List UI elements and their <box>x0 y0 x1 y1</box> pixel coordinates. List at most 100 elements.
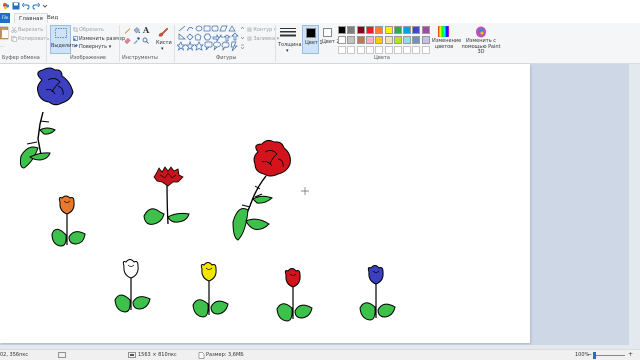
cut-icon[interactable] <box>11 27 17 33</box>
red-carnation-flower <box>143 166 190 225</box>
paint-app-icon <box>2 2 10 10</box>
file-size-icon <box>198 352 205 359</box>
crop-icon[interactable] <box>73 27 78 32</box>
magnifier-icon[interactable] <box>142 37 149 44</box>
palette-empty-swatch[interactable] <box>375 46 384 54</box>
blue-rose-flower <box>19 67 74 169</box>
separator <box>275 25 276 62</box>
size-label: Толщина <box>278 42 302 48</box>
tools-group-label: Инструменты <box>122 55 158 61</box>
undo-icon[interactable] <box>22 2 30 10</box>
tab-file[interactable]: File <box>0 13 10 23</box>
edit-colors-button[interactable]: Изменение цветов <box>432 25 462 54</box>
copy-icon[interactable] <box>11 36 17 42</box>
palette-swatch[interactable] <box>347 36 356 44</box>
palette-swatch[interactable] <box>384 26 393 34</box>
palette-empty-swatch[interactable] <box>421 46 430 54</box>
canvas-size-icon <box>128 352 136 358</box>
shapes-group-label: Фигуры <box>216 55 237 61</box>
edit-colors-label: Изменение цветов <box>432 38 462 50</box>
palette-swatch[interactable] <box>412 36 421 44</box>
tab-file-label: File <box>1 15 9 20</box>
palette-swatch[interactable] <box>356 26 365 34</box>
color1-swatch <box>306 28 316 38</box>
paste-icon[interactable] <box>0 26 9 40</box>
crop-button[interactable]: Обрезать <box>79 27 104 33</box>
text-icon[interactable]: A <box>142 26 150 34</box>
palette-swatch[interactable] <box>393 26 402 34</box>
pencil-icon[interactable] <box>124 27 131 34</box>
palette-swatch[interactable] <box>421 36 430 44</box>
palette-swatch[interactable] <box>365 36 374 44</box>
palette-swatch[interactable] <box>393 36 402 44</box>
svg-text:A: A <box>142 26 150 34</box>
palette-swatch[interactable] <box>375 36 384 44</box>
palette-swatch[interactable] <box>403 26 412 34</box>
palette-empty-swatch[interactable] <box>356 46 365 54</box>
fill-icon[interactable] <box>133 27 140 34</box>
palette-swatch[interactable] <box>356 36 365 44</box>
crosshair-cursor-icon <box>301 187 309 195</box>
blue-tulip-flower <box>359 265 396 321</box>
palette-empty-swatch[interactable] <box>384 46 393 54</box>
tab-view[interactable]: Вид <box>43 13 62 23</box>
cut-button[interactable]: Вырезать <box>18 27 43 33</box>
shapes-scroll-icon[interactable] <box>240 25 245 51</box>
select-button[interactable]: Выделить <box>50 25 78 54</box>
eraser-icon[interactable] <box>124 37 131 44</box>
size-button[interactable]: Толщина ▾ <box>278 25 302 54</box>
vertical-scrollbar[interactable] <box>629 64 640 349</box>
palette-swatch[interactable] <box>338 36 346 44</box>
outline-dropdown[interactable]: ▨ Контур ▾ <box>247 27 276 33</box>
rotate-icon[interactable] <box>73 44 78 49</box>
zoom-slider-track[interactable] <box>593 355 625 356</box>
palette-swatch[interactable] <box>338 26 346 34</box>
copy-button[interactable]: Копировать <box>18 36 49 42</box>
paint3d-button[interactable]: Изменить с помощью Paint 3D <box>460 25 502 55</box>
zoom-out-icon[interactable]: − <box>587 351 592 358</box>
red-tulip-flower <box>276 268 313 322</box>
zoom-slider-thumb[interactable] <box>593 352 596 359</box>
canvas-drawing <box>19 67 396 322</box>
palette-swatch[interactable] <box>384 36 393 44</box>
palette-empty-swatch[interactable] <box>347 46 356 54</box>
zoom-in-icon[interactable]: + <box>628 351 633 358</box>
paint3d-label: Изменить с помощью Paint 3D <box>461 38 501 55</box>
brushes-button[interactable]: Кисти ▾ <box>154 25 172 54</box>
customize-toolbar-icon[interactable] <box>41 2 49 10</box>
cursor-position: 02, 356пкс <box>0 352 29 358</box>
palette-swatch[interactable] <box>347 26 356 34</box>
ribbon-tab-strip: File Главная Вид <box>0 12 640 23</box>
yellow-tulip-flower <box>192 262 229 318</box>
title-bar <box>0 0 640 12</box>
drawing-canvas[interactable] <box>0 64 530 343</box>
palette-swatch[interactable] <box>375 26 384 34</box>
color2-button[interactable]: Цвет 2 <box>321 25 340 54</box>
clipboard-group-label: Буфер обмена <box>2 55 40 61</box>
color-picker-icon[interactable] <box>133 37 140 44</box>
rotate-button[interactable]: Повернуть ▾ <box>79 44 111 50</box>
palette-empty-swatch[interactable] <box>393 46 402 54</box>
resize-icon[interactable] <box>73 36 78 41</box>
color1-label: Цвет 1 <box>305 40 323 46</box>
size-dropdown-icon: ▾ <box>286 48 289 54</box>
palette-swatch[interactable] <box>412 26 421 34</box>
redo-icon[interactable] <box>32 2 40 10</box>
palette-empty-swatch[interactable] <box>403 46 412 54</box>
select-label: Выделить <box>51 43 78 49</box>
shapes-gallery[interactable] <box>177 25 239 52</box>
image-group-label: Изображение <box>70 55 106 61</box>
status-bar: 02, 356пкс 1563 × 810пкс Размер: 3,6МБ 1… <box>0 349 640 360</box>
color1-button[interactable]: Цвет 1 <box>302 25 323 54</box>
colors-group-label: Цвета <box>374 55 390 61</box>
palette-swatch[interactable] <box>403 36 412 44</box>
palette-empty-swatch[interactable] <box>365 46 374 54</box>
save-icon[interactable] <box>12 2 20 10</box>
palette-swatch[interactable] <box>365 26 374 34</box>
paint3d-icon <box>476 26 486 38</box>
palette-empty-swatch[interactable] <box>338 46 346 54</box>
outline-label: Контур <box>253 27 273 33</box>
palette-swatch[interactable] <box>421 26 430 34</box>
palette-empty-swatch[interactable] <box>412 46 421 54</box>
separator <box>119 25 120 62</box>
